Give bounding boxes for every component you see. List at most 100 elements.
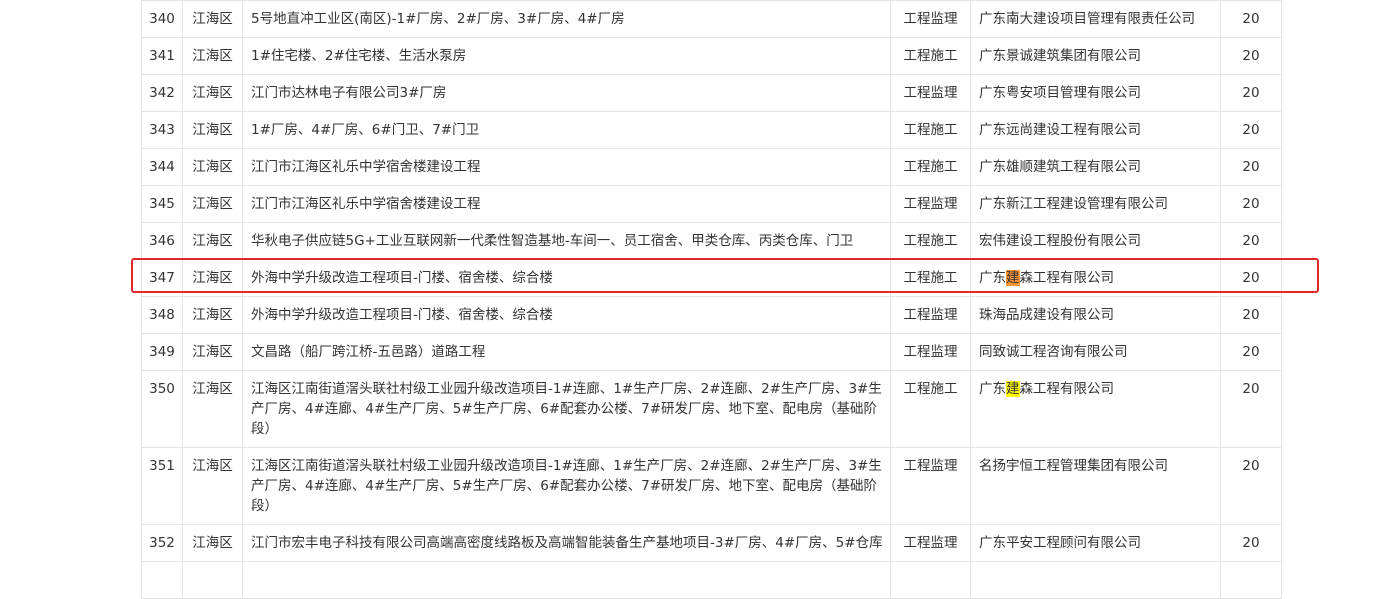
cell-work-type: 工程施工	[890, 222, 971, 260]
cell-area: 江海区	[182, 0, 243, 38]
cell-score: 20	[1220, 259, 1282, 297]
company-text: 名扬宇恒工程管理集团有限公司	[979, 458, 1168, 474]
cell-area: 江海区	[182, 74, 243, 112]
company-text: 广东南大建设项目管理有限责任公司	[979, 11, 1195, 27]
cell-no: 346	[141, 222, 183, 260]
cell-company: 宏伟建设工程股份有限公司	[970, 222, 1221, 260]
cell-score: 20	[1220, 370, 1282, 448]
cell-project-name: 华秋电子供应链5G+工业互联网新一代柔性智造基地-车间一、员工宿舍、甲类仓库、丙…	[242, 222, 891, 260]
cell-project-name: 1#厂房、4#厂房、6#门卫、7#门卫	[242, 111, 891, 149]
table-row: 346 江海区 华秋电子供应链5G+工业互联网新一代柔性智造基地-车间一、员工宿…	[141, 222, 1282, 260]
cell-company: 广东雄顺建筑工程有限公司	[970, 148, 1221, 186]
cell-score: 20	[1220, 333, 1282, 371]
cell-score: 20	[1220, 222, 1282, 260]
cell-project-name	[242, 561, 891, 599]
company-text-post: 森工程有限公司	[1019, 381, 1115, 397]
cell-area: 江海区	[182, 524, 243, 562]
cell-company: 广东粤安项目管理有限公司	[970, 74, 1221, 112]
cell-project-name: 江海区江南街道滘头联社村级工业园升级改造项目-1#连廊、1#生产厂房、2#连廊、…	[242, 447, 891, 525]
cell-no: 350	[141, 370, 183, 448]
table-row: 349 江海区 文昌路（船厂跨江桥-五邑路）道路工程 工程监理 同致诚工程咨询有…	[141, 333, 1282, 371]
cell-company: 名扬宇恒工程管理集团有限公司	[970, 447, 1221, 525]
cell-score: 20	[1220, 74, 1282, 112]
table-row: 345 江海区 江门市江海区礼乐中学宿舍楼建设工程 工程监理 广东新江工程建设管…	[141, 185, 1282, 223]
cell-no: 347	[141, 259, 183, 297]
table-row: 343 江海区 1#厂房、4#厂房、6#门卫、7#门卫 工程施工 广东远尚建设工…	[141, 111, 1282, 149]
cell-company: 广东远尚建设工程有限公司	[970, 111, 1221, 149]
cell-project-name: 江门市宏丰电子科技有限公司高端高密度线路板及高端智能装备生产基地项目-3#厂房、…	[242, 524, 891, 562]
company-text-post: 森工程有限公司	[1019, 270, 1115, 286]
table-row-highlighted: 347 江海区 外海中学升级改造工程项目-门楼、宿舍楼、综合楼 工程施工 广东建…	[141, 259, 1282, 297]
cell-project-name: 1#住宅楼、2#住宅楼、生活水泵房	[242, 37, 891, 75]
cell-project-name: 外海中学升级改造工程项目-门楼、宿舍楼、综合楼	[242, 259, 891, 297]
cell-work-type: 工程施工	[890, 148, 971, 186]
cell-work-type: 工程监理	[890, 0, 971, 38]
cell-no: 345	[141, 185, 183, 223]
search-match-current: 建	[1006, 270, 1020, 286]
cell-work-type: 工程施工	[890, 111, 971, 149]
cell-area: 江海区	[182, 333, 243, 371]
cell-area: 江海区	[182, 370, 243, 448]
company-text: 广东平安工程顾问有限公司	[979, 535, 1141, 551]
cell-no: 349	[141, 333, 183, 371]
cell-no	[141, 561, 183, 599]
cell-area: 江海区	[182, 111, 243, 149]
table-row: 341 江海区 1#住宅楼、2#住宅楼、生活水泵房 工程施工 广东景诚建筑集团有…	[141, 37, 1282, 75]
table-row: 342 江海区 江门市达林电子有限公司3#厂房 工程监理 广东粤安项目管理有限公…	[141, 74, 1282, 112]
cell-no: 340	[141, 0, 183, 38]
cell-area: 江海区	[182, 259, 243, 297]
cell-score: 20	[1220, 296, 1282, 334]
cell-work-type	[890, 561, 971, 599]
company-text-pre: 广东	[979, 381, 1006, 397]
cell-work-type: 工程监理	[890, 333, 971, 371]
table-row	[141, 561, 1282, 599]
cell-no: 342	[141, 74, 183, 112]
cell-company: 广东景诚建筑集团有限公司	[970, 37, 1221, 75]
table-row: 344 江海区 江门市江海区礼乐中学宿舍楼建设工程 工程施工 广东雄顺建筑工程有…	[141, 148, 1282, 186]
cell-no: 348	[141, 296, 183, 334]
cell-score: 20	[1220, 37, 1282, 75]
results-table-container: 340 江海区 5号地直冲工业区(南区)-1#厂房、2#厂房、3#厂房、4#厂房…	[141, 0, 1282, 599]
cell-project-name: 江海区江南街道滘头联社村级工业园升级改造项目-1#连廊、1#生产厂房、2#连廊、…	[242, 370, 891, 448]
cell-area: 江海区	[182, 296, 243, 334]
cell-project-name: 江门市江海区礼乐中学宿舍楼建设工程	[242, 148, 891, 186]
company-text: 宏伟建设工程股份有限公司	[979, 233, 1141, 249]
cell-work-type: 工程施工	[890, 37, 971, 75]
cell-company: 广东平安工程顾问有限公司	[970, 524, 1221, 562]
cell-work-type: 工程施工	[890, 259, 971, 297]
company-text: 同致诚工程咨询有限公司	[979, 344, 1128, 360]
table-row: 340 江海区 5号地直冲工业区(南区)-1#厂房、2#厂房、3#厂房、4#厂房…	[141, 0, 1282, 38]
company-text-pre: 广东	[979, 270, 1006, 286]
company-text: 广东粤安项目管理有限公司	[979, 85, 1141, 101]
table-row: 351 江海区 江海区江南街道滘头联社村级工业园升级改造项目-1#连廊、1#生产…	[141, 447, 1282, 525]
cell-work-type: 工程监理	[890, 447, 971, 525]
cell-project-name: 外海中学升级改造工程项目-门楼、宿舍楼、综合楼	[242, 296, 891, 334]
cell-company: 广东新江工程建设管理有限公司	[970, 185, 1221, 223]
cell-work-type: 工程监理	[890, 296, 971, 334]
cell-no: 341	[141, 37, 183, 75]
cell-area: 江海区	[182, 222, 243, 260]
table-row: 348 江海区 外海中学升级改造工程项目-门楼、宿舍楼、综合楼 工程监理 珠海品…	[141, 296, 1282, 334]
cell-score: 20	[1220, 447, 1282, 525]
cell-company: 广东建森工程有限公司	[970, 370, 1221, 448]
cell-work-type: 工程监理	[890, 524, 971, 562]
cell-project-name: 江门市达林电子有限公司3#厂房	[242, 74, 891, 112]
cell-area: 江海区	[182, 447, 243, 525]
table-row: 352 江海区 江门市宏丰电子科技有限公司高端高密度线路板及高端智能装备生产基地…	[141, 524, 1282, 562]
cell-score: 20	[1220, 0, 1282, 38]
cell-company: 广东南大建设项目管理有限责任公司	[970, 0, 1221, 38]
company-text: 广东远尚建设工程有限公司	[979, 122, 1141, 138]
cell-score: 20	[1220, 524, 1282, 562]
cell-project-name: 文昌路（船厂跨江桥-五邑路）道路工程	[242, 333, 891, 371]
cell-score: 20	[1220, 148, 1282, 186]
cell-area: 江海区	[182, 185, 243, 223]
company-text: 广东新江工程建设管理有限公司	[979, 196, 1168, 212]
company-text: 广东雄顺建筑工程有限公司	[979, 159, 1141, 175]
cell-no: 352	[141, 524, 183, 562]
cell-project-name: 5号地直冲工业区(南区)-1#厂房、2#厂房、3#厂房、4#厂房	[242, 0, 891, 38]
cell-score: 20	[1220, 185, 1282, 223]
cell-company: 珠海品成建设有限公司	[970, 296, 1221, 334]
cell-project-name: 江门市江海区礼乐中学宿舍楼建设工程	[242, 185, 891, 223]
results-table: 340 江海区 5号地直冲工业区(南区)-1#厂房、2#厂房、3#厂房、4#厂房…	[141, 0, 1282, 599]
cell-area	[182, 561, 243, 599]
